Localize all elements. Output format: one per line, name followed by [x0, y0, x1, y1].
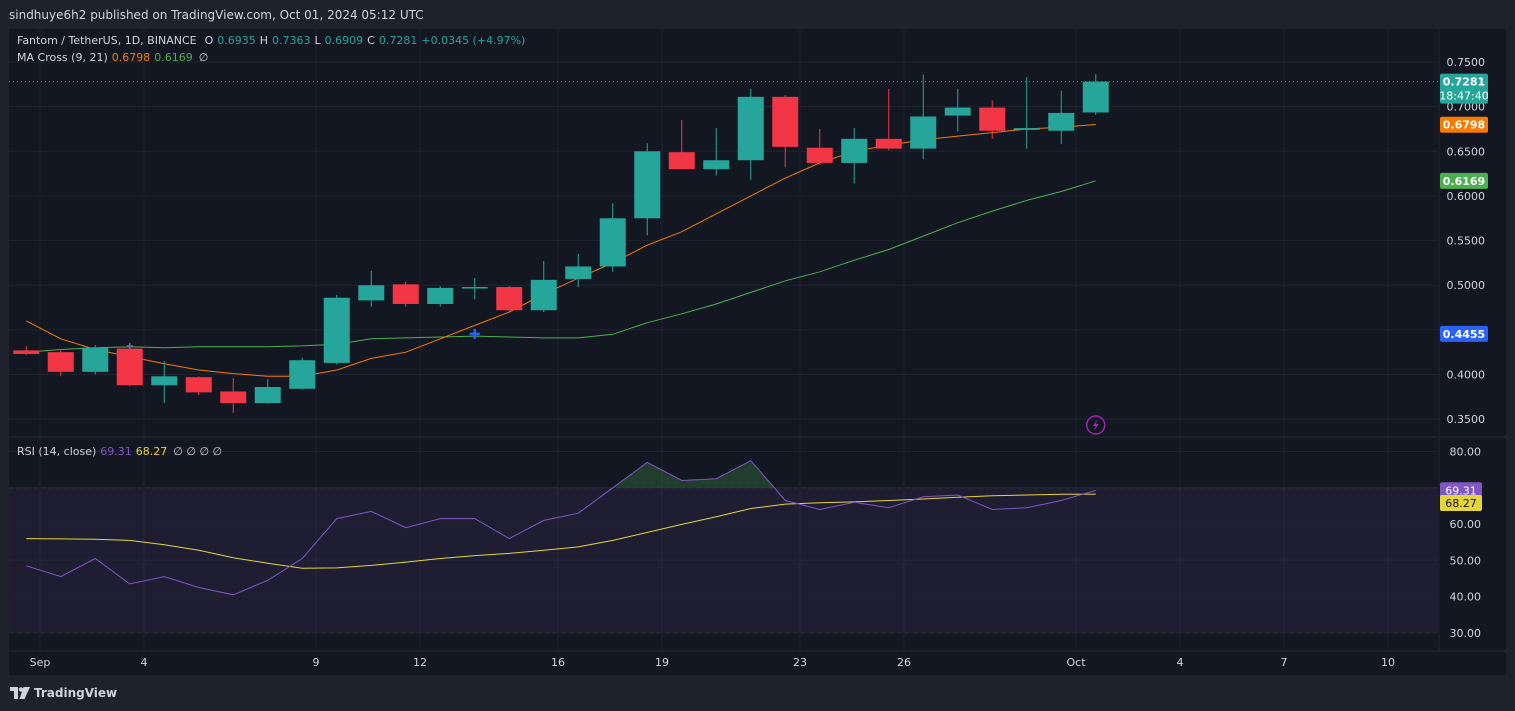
time-axis-label: Oct [1066, 656, 1086, 669]
candle-body [82, 347, 109, 372]
candle-body [599, 218, 626, 267]
candle-body [979, 107, 1006, 131]
time-axis-label: 7 [1281, 656, 1288, 669]
candle-body [806, 147, 833, 163]
candle-body [668, 152, 695, 170]
time-axis-label: 16 [551, 656, 565, 669]
symbol-legend[interactable]: Fantom / TetherUS, 1D, BINANCE O 0.6935 H… [17, 34, 525, 47]
rsi-ma-value: 68.27 [135, 445, 168, 458]
candle-body [634, 151, 661, 219]
time-axis-label: 4 [1177, 656, 1184, 669]
candle-body [737, 96, 764, 161]
change-value: +0.0345 (+4.97%) [421, 34, 526, 47]
rsi-legend[interactable]: RSI (14, close) 69.31 68.27 ∅ ∅ ∅ ∅ [17, 445, 222, 458]
candle-body [772, 96, 799, 147]
price-tick-label: 0.3500 [1447, 413, 1486, 426]
candle-body [1082, 81, 1109, 113]
time-axis-label: 26 [897, 656, 911, 669]
ma-fast-line [26, 124, 1096, 377]
price-badge-label: 0.4455 [1443, 328, 1485, 341]
candle-body [530, 279, 557, 311]
ma-fast-value: 0.6798 [111, 51, 151, 64]
price-badge-countdown: 18:47:40 [1439, 90, 1488, 103]
rsi-ghost-values: ∅ ∅ ∅ ∅ [173, 445, 223, 458]
close-label: C [367, 34, 375, 47]
open-value: 0.6935 [217, 34, 256, 47]
tradingview-logo[interactable]: TradingView [10, 686, 117, 700]
candle-body [185, 377, 212, 393]
rsi-tick-label: 60.00 [1450, 518, 1482, 531]
price-badge-label: 0.6169 [1443, 175, 1485, 188]
candle-body [254, 387, 281, 404]
tradingview-logo-icon [10, 687, 30, 699]
time-axis-label: 4 [141, 656, 148, 669]
lightning-bolt-icon [1092, 419, 1099, 431]
ma-slow-value: 0.6169 [154, 51, 193, 64]
time-axis-label: 12 [413, 656, 427, 669]
candle-body [47, 352, 74, 372]
low-label: L [314, 34, 321, 47]
candle-body [392, 284, 419, 304]
candle-body [13, 350, 40, 354]
candle-body [875, 138, 902, 149]
candle-body [703, 160, 730, 170]
time-axis-label: Sep [30, 656, 51, 669]
high-label: H [259, 34, 269, 47]
ma-cross-marker [126, 342, 133, 349]
high-value: 0.7363 [272, 34, 311, 47]
candle-body [565, 266, 592, 279]
candle-body [461, 287, 488, 289]
close-value: 0.7281 [378, 34, 418, 47]
ma-cross-marker [469, 328, 480, 339]
candle-body [289, 360, 316, 389]
time-axis-label: 23 [793, 656, 807, 669]
ma-slow-line [26, 180, 1096, 353]
candle-body [944, 107, 971, 116]
ma-name[interactable]: MA Cross (9, 21) [17, 51, 108, 64]
candle-body [1048, 112, 1075, 131]
chart-canvas[interactable]: 0.75000.70000.65000.60000.55000.50000.45… [9, 29, 1506, 675]
time-axis-label: 19 [655, 656, 669, 669]
chart-frame[interactable]: 0.75000.70000.65000.60000.55000.50000.45… [9, 29, 1506, 675]
rsi-overbought-fill [612, 460, 775, 488]
rsi-value: 69.31 [100, 445, 132, 458]
candle-body [427, 287, 454, 304]
footer: TradingView [0, 675, 1515, 711]
rsi-badge-label: 68.27 [1445, 497, 1477, 510]
rsi-tick-label: 50.00 [1450, 554, 1482, 567]
candle-body [151, 376, 178, 386]
time-axis-label: 9 [313, 656, 320, 669]
rsi-tick-label: 40.00 [1450, 591, 1482, 604]
candle-body [116, 348, 143, 386]
published-text: sindhuye6h2 published on TradingView.com… [9, 7, 424, 22]
price-tick-label: 0.5000 [1447, 279, 1486, 292]
price-tick-label: 0.5500 [1447, 235, 1486, 248]
price-tick-label: 0.6000 [1447, 190, 1486, 203]
candle-body [910, 116, 937, 149]
candle-body [496, 287, 523, 311]
rsi-tick-label: 80.00 [1450, 446, 1482, 459]
price-tick-label: 0.6500 [1447, 145, 1486, 158]
price-badge-label: 0.6798 [1443, 119, 1485, 132]
rsi-name[interactable]: RSI (14, close) [17, 445, 96, 458]
tradingview-brand: TradingView [34, 686, 118, 700]
price-badge-label: 0.7281 [1443, 76, 1485, 89]
rsi-tick-label: 30.00 [1450, 627, 1482, 640]
ma-legend[interactable]: MA Cross (9, 21) 0.6798 0.6169 ∅ [17, 51, 208, 64]
price-tick-label: 0.7500 [1447, 56, 1486, 69]
ma-ghost-value: ∅ [198, 51, 209, 64]
candle-body [358, 285, 385, 301]
time-axis-label: 10 [1381, 656, 1395, 669]
low-value: 0.6909 [324, 34, 364, 47]
candle-body [323, 297, 350, 363]
price-tick-label: 0.4000 [1447, 369, 1486, 382]
open-label: O [204, 34, 214, 47]
candle-body [220, 391, 247, 404]
candle-body [841, 138, 868, 163]
candle-body [1013, 128, 1040, 130]
symbol-name[interactable]: Fantom / TetherUS, 1D, BINANCE [17, 34, 197, 47]
publish-header: sindhuye6h2 published on TradingView.com… [0, 0, 1515, 29]
